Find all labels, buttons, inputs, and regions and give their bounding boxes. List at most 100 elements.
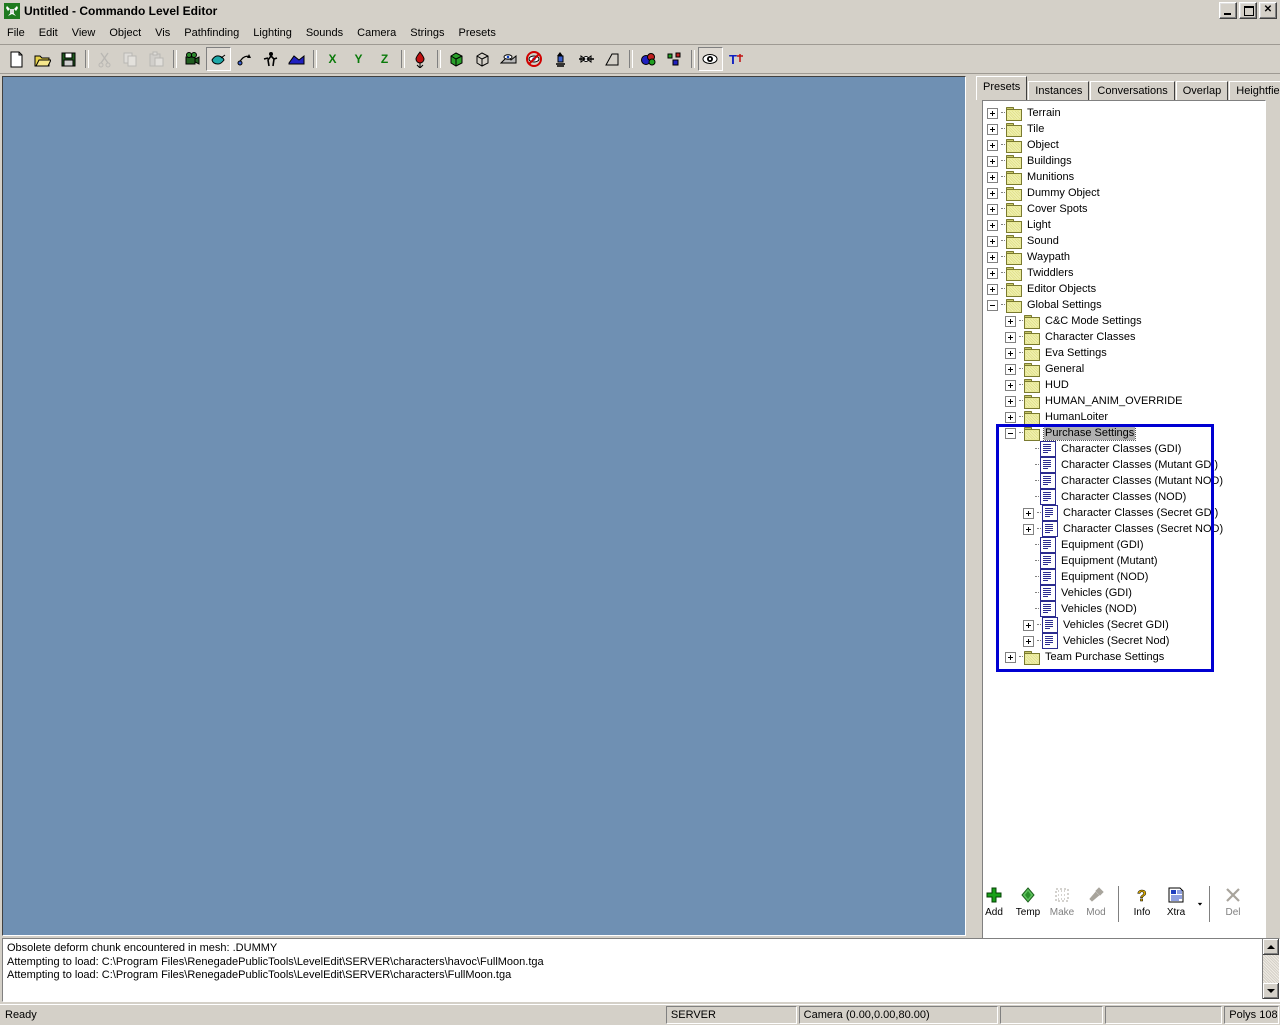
tree-item-label[interactable]: Light: [1026, 219, 1052, 232]
tree-item[interactable]: Twiddlers: [987, 265, 1265, 281]
terrain-icon[interactable]: [284, 47, 309, 71]
tree-item-label[interactable]: Eva Settings: [1044, 347, 1108, 360]
tree-item[interactable]: Equipment (GDI): [987, 537, 1265, 553]
log-scroll-down-button[interactable]: [1263, 983, 1279, 999]
menu-item-vis[interactable]: Vis: [148, 25, 177, 42]
tree-expand-plus-icon[interactable]: [987, 204, 998, 215]
tree-item-label[interactable]: Object: [1026, 139, 1060, 152]
rotate-object-icon[interactable]: [232, 47, 257, 71]
tree-item[interactable]: Character Classes (Mutant NOD): [987, 473, 1265, 489]
tree-item[interactable]: HumanLoiter: [987, 409, 1265, 425]
tree-item[interactable]: Character Classes (Secret GDI): [987, 505, 1265, 521]
tree-item[interactable]: Team Purchase Settings: [987, 649, 1265, 665]
tree-expand-plus-icon[interactable]: [1005, 380, 1016, 391]
tree-item-label[interactable]: Vehicles (Secret Nod): [1062, 635, 1170, 648]
tree-item-label[interactable]: HUD: [1044, 379, 1070, 392]
tree-expand-plus-icon[interactable]: [987, 284, 998, 295]
tree-item[interactable]: Eva Settings: [987, 345, 1265, 361]
info-button[interactable]: ?Info: [1126, 884, 1158, 928]
preset-tree-view[interactable]: TerrainTileObjectBuildingsMunitionsDummy…: [982, 100, 1266, 958]
log-scroll-track[interactable]: [1263, 955, 1279, 983]
paint-object-icon[interactable]: [206, 47, 231, 71]
menu-item-presets[interactable]: Presets: [452, 25, 503, 42]
output-log-panel[interactable]: Obsolete deform chunk encountered in mes…: [2, 938, 1280, 1002]
tree-expand-plus-icon[interactable]: [987, 156, 998, 167]
tree-item-label[interactable]: Tile: [1026, 123, 1045, 136]
tree-item[interactable]: Global Settings: [987, 297, 1265, 313]
tree-item[interactable]: Vehicles (GDI): [987, 585, 1265, 601]
tree-item-label[interactable]: Buildings: [1026, 155, 1073, 168]
tree-item[interactable]: Object: [987, 137, 1265, 153]
axis-z-icon[interactable]: Z: [372, 47, 397, 71]
tree-item-label[interactable]: Terrain: [1026, 107, 1062, 120]
menu-item-lighting[interactable]: Lighting: [246, 25, 299, 42]
tree-item-label[interactable]: Character Classes (Secret NOD): [1062, 523, 1224, 536]
tree-expand-plus-icon[interactable]: [987, 172, 998, 183]
tree-item-label[interactable]: Vehicles (GDI): [1060, 587, 1133, 600]
tree-expand-plus-icon[interactable]: [987, 188, 998, 199]
tree-expand-plus-icon[interactable]: [1005, 412, 1016, 423]
tree-item-label[interactable]: HumanLoiter: [1044, 411, 1109, 424]
menu-item-sounds[interactable]: Sounds: [299, 25, 350, 42]
plane-icon[interactable]: [600, 47, 625, 71]
menu-item-file[interactable]: File: [0, 25, 32, 42]
tree-item[interactable]: Vehicles (Secret Nod): [987, 633, 1265, 649]
tree-expand-plus-icon[interactable]: [987, 268, 998, 279]
3d-viewport[interactable]: [2, 76, 966, 936]
tree-item[interactable]: Character Classes (Secret NOD): [987, 521, 1265, 537]
tree-item-label[interactable]: Character Classes (Mutant GDI): [1060, 459, 1219, 472]
tree-expand-plus-icon[interactable]: [987, 252, 998, 263]
tree-expand-plus-icon[interactable]: [1005, 652, 1016, 663]
tree-item-label[interactable]: Editor Objects: [1026, 283, 1097, 296]
tree-expand-plus-icon[interactable]: [1005, 348, 1016, 359]
tree-item[interactable]: Sound: [987, 233, 1265, 249]
new-file-icon[interactable]: [4, 47, 29, 71]
tree-item[interactable]: Light: [987, 217, 1265, 233]
tree-item-label[interactable]: Team Purchase Settings: [1044, 651, 1165, 664]
view-eye-icon[interactable]: [698, 47, 723, 71]
tree-expand-plus-icon[interactable]: [987, 124, 998, 135]
tree-collapse-minus-icon[interactable]: [987, 300, 998, 311]
log-scrollbar[interactable]: [1262, 939, 1279, 999]
tree-item-label[interactable]: Equipment (Mutant): [1060, 555, 1159, 568]
tree-item[interactable]: Waypath: [987, 249, 1265, 265]
tree-collapse-minus-icon[interactable]: [1005, 428, 1016, 439]
menu-item-edit[interactable]: Edit: [32, 25, 65, 42]
tree-item-label[interactable]: Character Classes (GDI): [1060, 443, 1182, 456]
tree-item[interactable]: Equipment (Mutant): [987, 553, 1265, 569]
tree-item-label[interactable]: HUMAN_ANIM_OVERRIDE: [1044, 395, 1184, 408]
tree-expand-plus-icon[interactable]: [1005, 396, 1016, 407]
tree-item[interactable]: Equipment (NOD): [987, 569, 1265, 585]
tree-item[interactable]: Purchase Settings: [987, 425, 1265, 441]
open-folder-icon[interactable]: [30, 47, 55, 71]
tree-item[interactable]: Vehicles (NOD): [987, 601, 1265, 617]
tree-item-label[interactable]: Character Classes (NOD): [1060, 491, 1187, 504]
tree-item-label[interactable]: Twiddlers: [1026, 267, 1074, 280]
chevron-down-icon[interactable]: [1194, 884, 1205, 924]
tree-item[interactable]: C&C Mode Settings: [987, 313, 1265, 329]
tree-item-label[interactable]: Equipment (GDI): [1060, 539, 1145, 552]
close-button[interactable]: ✕: [1259, 2, 1277, 19]
tree-expand-plus-icon[interactable]: [987, 220, 998, 231]
tree-item-label[interactable]: Cover Spots: [1026, 203, 1089, 216]
materials-icon[interactable]: [636, 47, 661, 71]
light-icon[interactable]: [548, 47, 573, 71]
tree-item-label[interactable]: Equipment (NOD): [1060, 571, 1149, 584]
wire-cube-icon[interactable]: [470, 47, 495, 71]
tree-item[interactable]: Munitions: [987, 169, 1265, 185]
save-disk-icon[interactable]: [56, 47, 81, 71]
tree-expand-plus-icon[interactable]: [1005, 316, 1016, 327]
tab-conversations[interactable]: Conversations: [1090, 81, 1174, 101]
tab-heightfield[interactable]: Heightfield: [1229, 81, 1280, 101]
tree-item-label[interactable]: Character Classes (Secret GDI): [1062, 507, 1219, 520]
tree-item[interactable]: HUD: [987, 377, 1265, 393]
tree-item[interactable]: Vehicles (Secret GDI): [987, 617, 1265, 633]
tree-expand-plus-icon[interactable]: [1005, 364, 1016, 375]
tree-expand-plus-icon[interactable]: [1005, 332, 1016, 343]
camera-path-icon[interactable]: [574, 47, 599, 71]
tree-item-label[interactable]: Sound: [1026, 235, 1060, 248]
menu-item-strings[interactable]: Strings: [403, 25, 451, 42]
tree-expand-plus-icon[interactable]: [987, 140, 998, 151]
tree-item[interactable]: Editor Objects: [987, 281, 1265, 297]
tree-expand-plus-icon[interactable]: [1023, 636, 1034, 647]
